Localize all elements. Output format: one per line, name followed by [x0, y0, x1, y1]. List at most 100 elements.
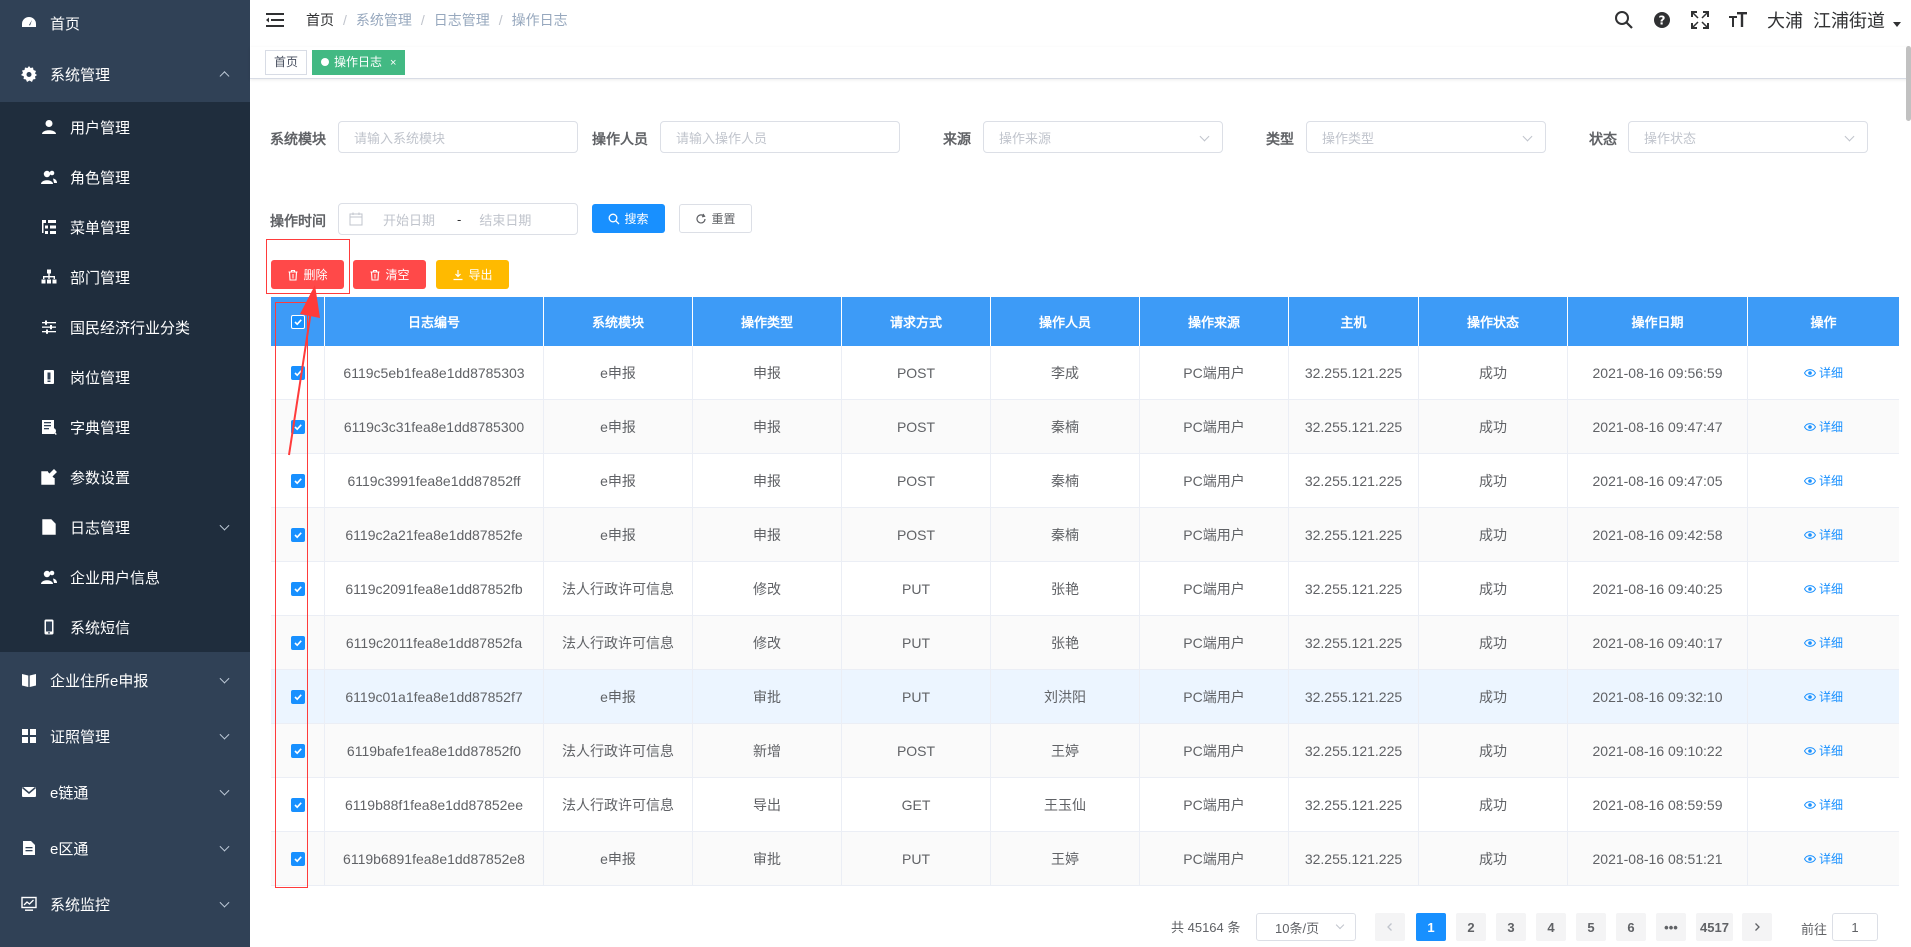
sidebar-item-7[interactable]: 岗位管理: [0, 352, 250, 402]
sidebar-item-11[interactable]: 企业用户信息: [0, 552, 250, 602]
table-row[interactable]: 6119b88f1fea8e1dd87852ee 法人行政许可信息 导出 GET 王玉仙…: [271, 778, 1899, 832]
detail-link[interactable]: 详细: [1803, 418, 1843, 435]
next-page-button[interactable]: [1742, 913, 1772, 941]
table-cell: 6119c3c31fea8e1dd8785300: [325, 400, 544, 453]
sidebar-item-label: 日志管理: [70, 519, 131, 537]
tag-home[interactable]: 首页: [265, 50, 308, 75]
reset-button[interactable]: 重置: [679, 204, 752, 233]
sidebar-item-14[interactable]: 证照管理: [0, 708, 250, 764]
sidebar-item-2[interactable]: 用户管理: [0, 102, 250, 152]
action-cell: 详细: [1748, 508, 1899, 561]
operator-input[interactable]: 请输入操作人员: [660, 121, 900, 153]
breadcrumb-system[interactable]: 系统管理: [356, 10, 412, 30]
table-cell: 32.255.121.225: [1289, 562, 1419, 615]
clear-button[interactable]: 清空: [353, 260, 426, 289]
chevron-right-icon: [1755, 923, 1760, 931]
users-icon: [40, 168, 58, 186]
sidebar-item-9[interactable]: 参数设置: [0, 452, 250, 502]
search-icon[interactable]: [1613, 9, 1635, 31]
page-size-select[interactable]: 10条/页: [1256, 913, 1356, 941]
start-date-input[interactable]: 开始日期: [383, 210, 435, 229]
detail-link[interactable]: 详细: [1803, 472, 1843, 489]
table-row[interactable]: 6119bafe1fea8e1dd87852f0 法人行政许可信息 新增 POST 王婷…: [271, 724, 1899, 778]
sidebar-item-15[interactable]: e链通: [0, 764, 250, 820]
hamburger-icon[interactable]: [266, 12, 284, 28]
type-select[interactable]: 操作类型: [1306, 121, 1546, 153]
close-icon[interactable]: ×: [390, 57, 396, 69]
sidebar-item-17[interactable]: 系统监控: [0, 876, 250, 932]
source-select[interactable]: 操作来源: [983, 121, 1223, 153]
column-header: 操作人员: [991, 297, 1140, 346]
column-header: 系统模块: [544, 297, 693, 346]
log-table: 日志编号 系统模块 操作类型 请求方式 操作人员 操作来源 主机 操作状态 操作日期 操作 611…: [271, 297, 1899, 886]
table-row[interactable]: 6119c5eb1fea8e1dd8785303 e申报 申报 POST 李成 PC端用户…: [271, 346, 1899, 400]
detail-link[interactable]: 详细: [1803, 796, 1843, 813]
user-region[interactable]: 江浦街道: [1813, 7, 1885, 33]
table-cell: 2021-08-16 08:51:21: [1568, 832, 1748, 885]
user-name[interactable]: 大浦: [1767, 7, 1803, 33]
eye-icon: [1803, 476, 1816, 485]
help-icon[interactable]: ?: [1651, 9, 1673, 31]
page-scrollbar[interactable]: [1906, 46, 1911, 121]
module-input[interactable]: 请输入系统模块: [338, 121, 578, 153]
breadcrumb-log[interactable]: 日志管理: [434, 10, 490, 30]
chevron-up-icon: [219, 71, 230, 82]
date-range-picker[interactable]: 开始日期 - 结束日期: [338, 203, 578, 235]
sidebar-item-12[interactable]: 系统短信: [0, 602, 250, 652]
detail-link[interactable]: 详细: [1803, 742, 1843, 759]
sidebar-item-0[interactable]: 首页: [0, 0, 250, 46]
sidebar-item-5[interactable]: 部门管理: [0, 252, 250, 302]
table-cell: 2021-08-16 09:40:25: [1568, 562, 1748, 615]
sidebar-item-label: 企业住所e申报: [50, 672, 149, 690]
detail-link[interactable]: 详细: [1803, 364, 1843, 381]
detail-link[interactable]: 详细: [1803, 688, 1843, 705]
table-row[interactable]: 6119c3991fea8e1dd87852ff e申报 申报 POST 秦楠 PC端用户…: [271, 454, 1899, 508]
font-size-icon[interactable]: [1727, 9, 1749, 31]
tag-operation-log[interactable]: 操作日志 ×: [312, 50, 406, 75]
source-label: 来源: [943, 131, 971, 147]
page-number-button[interactable]: 3: [1496, 913, 1526, 941]
sidebar-item-8[interactable]: 字典管理: [0, 402, 250, 452]
table-cell: POST: [842, 346, 991, 399]
sidebar-item-13[interactable]: 企业住所e申报: [0, 652, 250, 708]
goto-label: 前往: [1801, 922, 1828, 937]
document-icon: [20, 839, 38, 857]
table-cell: e申报: [544, 346, 693, 399]
tree-table-icon: [40, 218, 58, 236]
caret-down-icon[interactable]: [1893, 21, 1901, 27]
detail-link[interactable]: 详细: [1803, 634, 1843, 651]
sidebar-item-10[interactable]: 日志管理: [0, 502, 250, 552]
sidebar-item-1[interactable]: 系统管理: [0, 46, 250, 102]
end-date-input[interactable]: 结束日期: [479, 210, 531, 229]
page-more-button[interactable]: •••: [1656, 913, 1686, 941]
detail-link[interactable]: 详细: [1803, 580, 1843, 597]
calendar-icon: [349, 212, 363, 226]
table-row[interactable]: 6119c2091fea8e1dd87852fb 法人行政许可信息 修改 PUT 张艳 P…: [271, 562, 1899, 616]
table-row[interactable]: 6119c2a21fea8e1dd87852fe e申报 申报 POST 秦楠 PC端用户…: [271, 508, 1899, 562]
table-cell: POST: [842, 508, 991, 561]
status-select[interactable]: 操作状态: [1628, 121, 1868, 153]
sidebar-item-4[interactable]: 菜单管理: [0, 202, 250, 252]
page-number-button[interactable]: 6: [1616, 913, 1646, 941]
sidebar-item-16[interactable]: e区通: [0, 820, 250, 876]
table-row[interactable]: 6119c01a1fea8e1dd87852f7 e申报 审批 PUT 刘洪阳 PC端用户…: [271, 670, 1899, 724]
sidebar-item-6[interactable]: 国民经济行业分类: [0, 302, 250, 352]
table-row[interactable]: 6119b6891fea8e1dd87852e8 e申报 审批 PUT 王婷 PC端用户 3…: [271, 832, 1899, 886]
page-number-button[interactable]: 4517: [1696, 913, 1733, 941]
fullscreen-icon[interactable]: [1689, 9, 1711, 31]
detail-link[interactable]: 详细: [1803, 850, 1843, 867]
table-row[interactable]: 6119c2011fea8e1dd87852fa 法人行政许可信息 修改 PUT 张艳 P…: [271, 616, 1899, 670]
breadcrumb-home[interactable]: 首页: [306, 10, 334, 30]
table-row[interactable]: 6119c3c31fea8e1dd8785300 e申报 申报 POST 秦楠 PC端用户…: [271, 400, 1899, 454]
page-number-button[interactable]: 2: [1456, 913, 1486, 941]
org-tree-icon: [40, 268, 58, 286]
sidebar-item-3[interactable]: 角色管理: [0, 152, 250, 202]
goto-page-input[interactable]: 1: [1832, 913, 1878, 941]
page-number-button[interactable]: 1: [1416, 913, 1446, 941]
detail-link[interactable]: 详细: [1803, 526, 1843, 543]
prev-page-button[interactable]: [1375, 913, 1405, 941]
page-number-button[interactable]: 5: [1576, 913, 1606, 941]
export-button[interactable]: 导出: [436, 260, 509, 289]
search-button[interactable]: 搜索: [592, 204, 665, 233]
page-number-button[interactable]: 4: [1536, 913, 1566, 941]
